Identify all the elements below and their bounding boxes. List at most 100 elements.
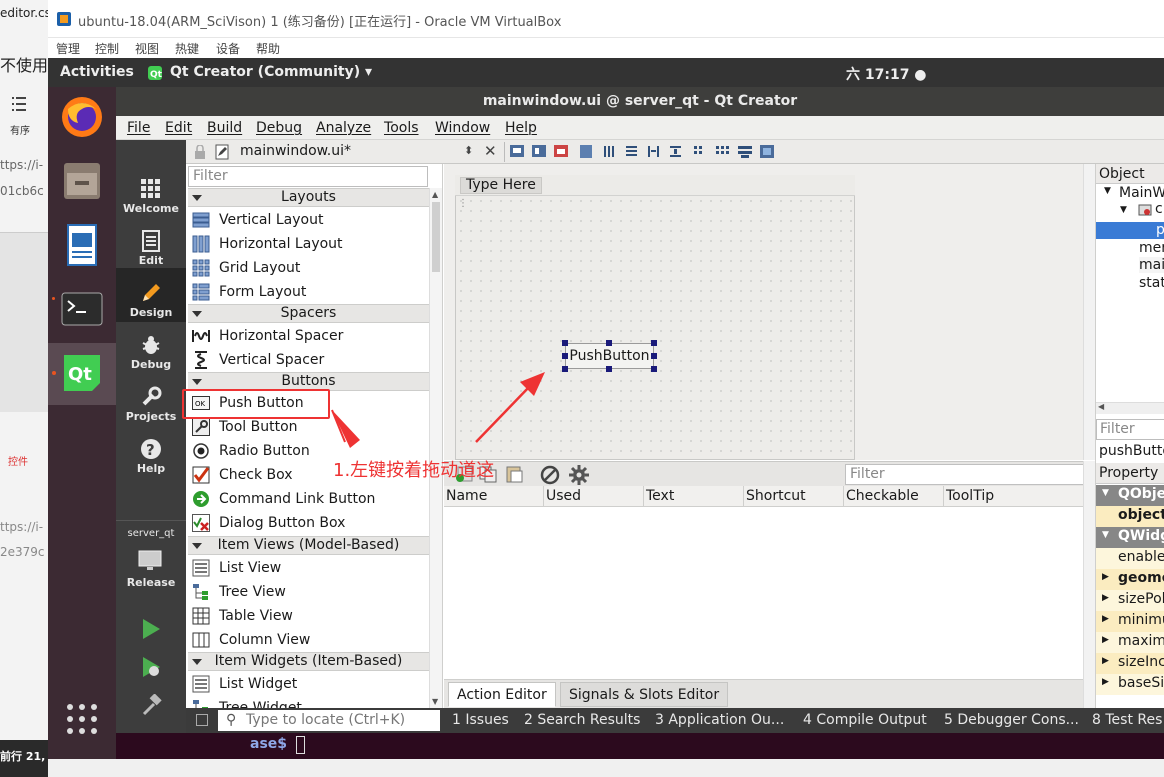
menu-help[interactable]: Help: [505, 120, 537, 136]
scroll-left-icon[interactable]: ◀: [1098, 402, 1104, 411]
widget-table-view[interactable]: Table View: [190, 604, 428, 628]
vb-menu-item[interactable]: 管理: [56, 40, 80, 57]
object-tree-item[interactable]: p: [1156, 222, 1164, 238]
selection-handle[interactable]: [606, 340, 612, 346]
clock[interactable]: 六 17:17 ●: [846, 64, 927, 84]
writer-icon[interactable]: [60, 223, 104, 267]
widget-horizontal-spacer[interactable]: Horizontal Spacer: [190, 324, 428, 348]
widget-list-widget[interactable]: List Widget: [190, 672, 428, 696]
widget-tree-widget[interactable]: Tree Widget: [190, 696, 428, 708]
category-spacers[interactable]: Spacers: [188, 304, 429, 323]
selection-handle[interactable]: [651, 353, 657, 359]
selection-handle[interactable]: [562, 340, 568, 346]
build-hammer-icon[interactable]: [140, 694, 162, 716]
column-header[interactable]: Name: [446, 488, 487, 504]
object-tree-item[interactable]: stat: [1139, 275, 1164, 291]
gear-icon[interactable]: [568, 464, 590, 486]
mode-help[interactable]: ? Help: [116, 430, 186, 482]
selection-handle[interactable]: [562, 366, 568, 372]
kit-selector[interactable]: Release: [116, 546, 186, 592]
selection-handle[interactable]: [651, 340, 657, 346]
qt-creator-icon[interactable]: Qt: [60, 351, 104, 395]
widget-grid-layout[interactable]: Grid Layout: [190, 256, 428, 280]
editor-tab-filename[interactable]: mainwindow.ui*: [240, 143, 351, 159]
firefox-icon[interactable]: [60, 95, 104, 139]
widget-column-view[interactable]: Column View: [190, 628, 428, 652]
selection-handle[interactable]: [562, 353, 568, 359]
widget-vertical-layout[interactable]: Vertical Layout: [190, 208, 428, 232]
selection-handle[interactable]: [606, 366, 612, 372]
expand-arrow-icon[interactable]: ▶: [1102, 656, 1109, 666]
widget-horizontal-layout[interactable]: Horizontal Layout: [190, 232, 428, 256]
tab-signals-slots-editor[interactable]: Signals & Slots Editor: [560, 682, 729, 707]
scroll-thumb[interactable]: [432, 202, 440, 272]
widget-dialog-button-box[interactable]: Dialog Button Box: [190, 511, 428, 535]
vb-menu-item[interactable]: 控制: [95, 40, 119, 57]
terminal-icon[interactable]: [60, 287, 104, 331]
widget-list-view[interactable]: List View: [190, 556, 428, 580]
output-pane-debugger-console[interactable]: 5 Debugger Cons...: [944, 712, 1079, 728]
object-tree-item[interactable]: MainW: [1119, 185, 1164, 201]
horizontal-scrollbar[interactable]: [1096, 402, 1164, 414]
category-item-views[interactable]: Item Views (Model-Based): [188, 536, 429, 555]
widget-tree-view[interactable]: Tree View: [190, 580, 428, 604]
toggle-sidebar-icon[interactable]: [196, 714, 208, 726]
files-icon[interactable]: [60, 159, 104, 203]
scroll-down-icon[interactable]: ▼: [432, 697, 438, 706]
expand-arrow-icon[interactable]: ▼: [1104, 186, 1111, 196]
menu-build[interactable]: Build: [207, 120, 242, 136]
selected-object-row[interactable]: [1096, 222, 1164, 239]
column-header[interactable]: Shortcut: [746, 488, 806, 504]
widget-command-link-button[interactable]: Command Link Button: [190, 487, 428, 511]
tab-action-editor[interactable]: Action Editor: [448, 682, 556, 707]
selection-handle[interactable]: [651, 366, 657, 372]
collapse-arrow-icon[interactable]: ▼: [1102, 488, 1109, 498]
object-tree-item[interactable]: c: [1155, 201, 1163, 217]
expand-arrow-icon[interactable]: ▶: [1102, 635, 1109, 645]
debug-run-icon[interactable]: [140, 656, 162, 678]
menu-tools[interactable]: Tools: [384, 120, 419, 136]
action-table-body[interactable]: [444, 507, 1095, 679]
column-header[interactable]: Used: [546, 488, 581, 504]
expand-arrow-icon[interactable]: ▶: [1102, 677, 1109, 687]
expand-arrow-icon[interactable]: ▶: [1102, 614, 1109, 624]
vb-menu-item[interactable]: 设备: [216, 40, 240, 57]
expand-arrow-icon[interactable]: ▶: [1102, 572, 1109, 582]
collapse-arrow-icon[interactable]: ▼: [1102, 530, 1109, 540]
action-filter-input[interactable]: Filter: [845, 464, 1095, 485]
mode-edit[interactable]: Edit: [116, 222, 186, 274]
object-tree-item[interactable]: mer: [1139, 240, 1164, 256]
activities-button[interactable]: Activities: [60, 64, 134, 80]
column-header[interactable]: ToolTip: [946, 488, 994, 504]
mode-welcome[interactable]: Welcome: [116, 170, 186, 222]
app-grid-icon[interactable]: [60, 697, 104, 741]
vb-menu-item[interactable]: 帮助: [256, 40, 280, 57]
canvas-vertical-scrollbar[interactable]: [1083, 164, 1095, 460]
menu-debug[interactable]: Debug: [256, 120, 302, 136]
mode-debug[interactable]: Debug: [116, 326, 186, 378]
expand-arrow-icon[interactable]: ▶: [1102, 593, 1109, 603]
menu-window[interactable]: Window: [435, 120, 490, 136]
scroll-up-icon[interactable]: ▲: [432, 190, 438, 199]
object-tree-item[interactable]: mai: [1139, 257, 1164, 273]
output-pane-test-results[interactable]: 8 Test Res: [1092, 712, 1162, 728]
vb-menu-item[interactable]: 视图: [135, 40, 159, 57]
locator-input[interactable]: ⚲ Type to locate (Ctrl+K): [218, 710, 440, 731]
output-pane-compile-output[interactable]: 4 Compile Output: [803, 712, 927, 728]
mode-design[interactable]: Design: [116, 274, 186, 326]
output-pane-issues[interactable]: 1 Issues: [452, 712, 509, 728]
mode-projects[interactable]: Projects: [116, 378, 186, 430]
column-header[interactable]: Text: [646, 488, 674, 504]
app-menu[interactable]: Qt Creator (Community) ▾: [170, 64, 372, 80]
column-header[interactable]: Checkable: [846, 488, 919, 504]
vb-menu-item[interactable]: 热键: [175, 40, 199, 57]
action-vertical-scrollbar[interactable]: [1083, 461, 1095, 708]
menu-analyze[interactable]: Analyze: [316, 120, 371, 136]
output-pane-application-output[interactable]: 3 Application Ou...: [655, 712, 784, 728]
expand-arrow-icon[interactable]: ▼: [1120, 205, 1127, 215]
run-icon[interactable]: [140, 618, 162, 640]
type-here-menu[interactable]: Type Here: [460, 177, 542, 194]
widget-form-layout[interactable]: Form Layout: [190, 280, 428, 304]
file-switch-arrows-icon[interactable]: ⬍: [464, 144, 473, 157]
object-column-header[interactable]: Object: [1099, 166, 1145, 182]
